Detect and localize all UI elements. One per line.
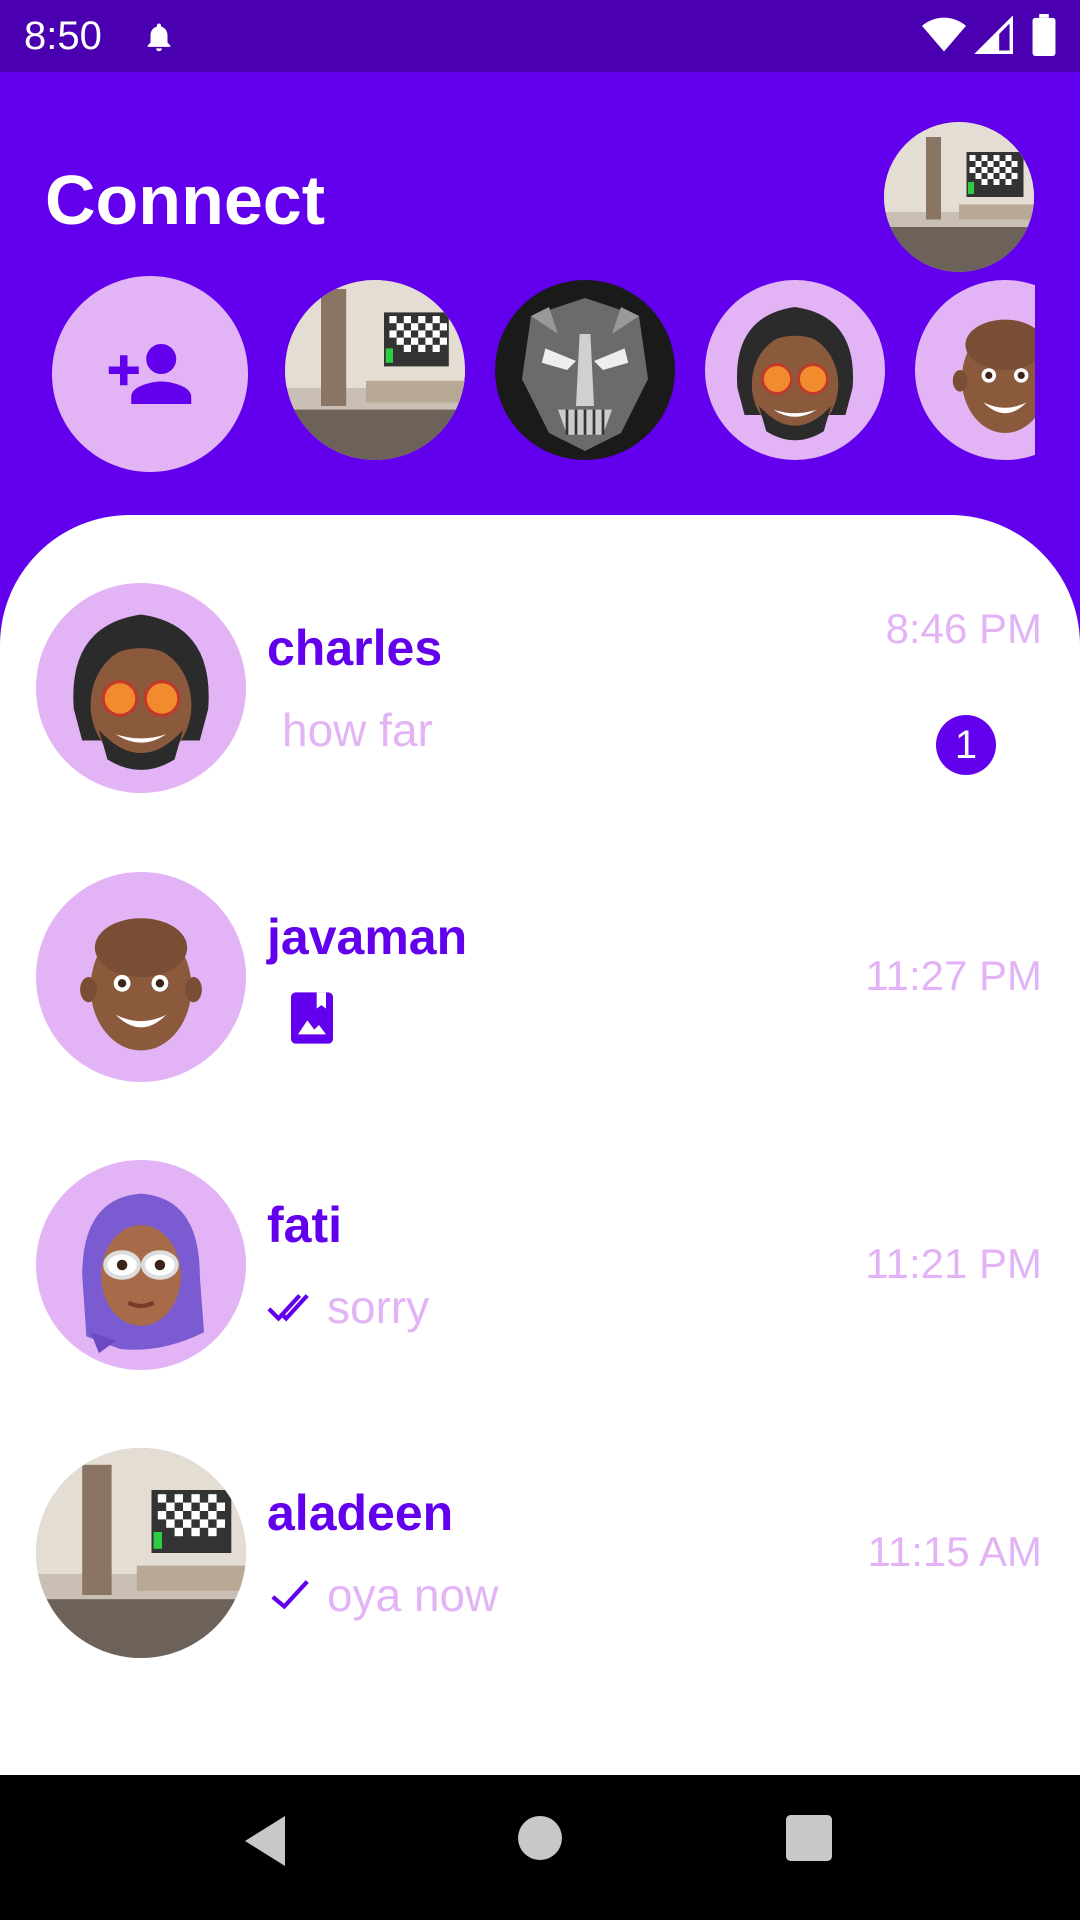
memoji-avatar-image [80,918,202,1051]
memoji-avatar-image [82,1193,204,1354]
notification-bell-icon [147,23,171,52]
message-preview-text: sorry [327,1281,430,1333]
message-preview: oya now [267,1568,498,1622]
contact-avatar [36,1160,246,1370]
memoji-avatar-image [73,614,209,770]
message-time: 8:46 PM [885,605,1042,652]
wifi-icon [922,17,966,52]
battery-icon [1032,14,1056,56]
add-contact-button[interactable] [52,276,248,472]
message-preview: sorry [267,1280,429,1334]
contact-avatar [36,583,246,793]
check-icon [271,1580,309,1610]
header: Connect [0,72,1080,532]
mask-portrait-image [495,280,675,460]
message-time: 11:27 PM [865,952,1042,999]
profile-avatar[interactable] [884,122,1034,272]
story-avatar[interactable] [705,280,885,460]
cellular-signal-icon [974,16,1013,54]
stories-row [0,276,1035,476]
contact-name: charles [267,620,443,676]
contact-name: javaman [267,909,468,965]
story-avatar[interactable] [285,280,465,460]
system-nav-bar [0,1775,1080,1920]
unread-count-badge: 1 [936,715,996,775]
message-preview-text: how far [282,704,433,756]
status-bar: 8:50 [0,0,1080,72]
person-add-icon [108,344,192,404]
contact-name: aladeen [267,1485,454,1541]
chat-item[interactable]: charles how far 8:46 PM 1 [0,583,1080,793]
chat-item[interactable]: fati sorry 11:21 PM [0,1160,1080,1370]
contact-avatar [36,1448,246,1658]
message-preview-text: oya now [327,1569,499,1621]
back-icon[interactable] [240,1813,290,1869]
room-photo-image [884,122,1034,272]
message-time: 11:21 PM [865,1240,1042,1287]
chat-item[interactable]: aladeen oya now 11:15 AM [0,1448,1080,1658]
recents-icon[interactable] [786,1815,832,1861]
home-icon[interactable] [518,1816,562,1860]
chat-item[interactable]: javaman 11:27 PM [0,872,1080,1082]
memoji-avatar-image [952,319,1035,433]
photo-icon [291,992,333,1044]
message-preview [288,990,336,1046]
story-avatar[interactable] [915,280,1035,460]
message-preview: how far [282,703,433,757]
room-photo-image [285,280,465,460]
status-time: 8:50 [24,14,102,58]
room-photo-image [36,1448,246,1658]
memoji-avatar-image [736,307,854,441]
story-avatar[interactable] [495,280,675,460]
message-time: 11:15 AM [867,1528,1042,1575]
double-check-icon [267,1294,309,1322]
contact-avatar [36,872,246,1082]
page-title: Connect [45,161,325,239]
contact-name: fati [267,1197,342,1253]
chat-list: charles how far 8:46 PM 1 javaman 11:27 … [0,515,1080,1775]
